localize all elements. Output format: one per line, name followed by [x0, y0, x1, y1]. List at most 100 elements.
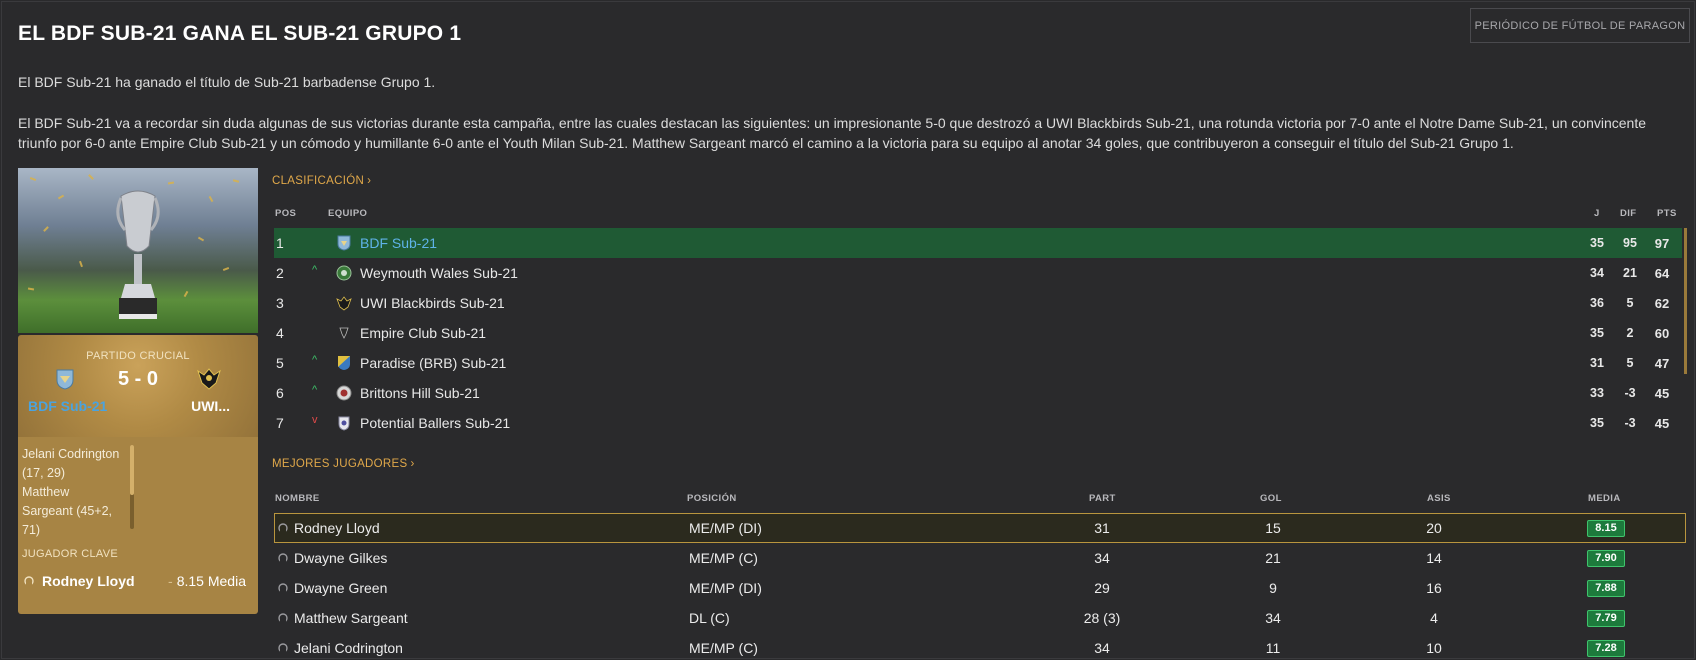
player-icon	[278, 613, 288, 623]
goal-scorers: Jelani Codrington (17, 29) Matthew Sarge…	[22, 445, 132, 540]
standings-link-label: CLASIFICACIÓN	[272, 175, 365, 187]
team-name[interactable]: Brittons Hill Sub-21	[360, 385, 480, 401]
table-row[interactable]: Rodney Lloyd ME/MP (DI) 31 15 20 8.15	[274, 513, 1686, 543]
trend-up-icon: ^	[312, 264, 318, 276]
team-crest-icon	[336, 385, 352, 401]
row-pos: 1	[276, 235, 284, 251]
headline: EL BDF SUB-21 GANA EL SUB-21 GRUPO 1	[18, 22, 462, 45]
trend-down-icon: v	[312, 414, 318, 426]
player-name[interactable]: Dwayne Gilkes	[294, 550, 387, 566]
team-name[interactable]: BDF Sub-21	[360, 235, 437, 251]
row-played: 36	[1590, 296, 1604, 310]
chevron-right-icon: ›	[367, 175, 372, 187]
col-header-position: POSICIÓN	[687, 493, 737, 504]
scorer-line: Matthew	[22, 485, 70, 499]
team-crest-icon	[338, 416, 350, 431]
player-assists: 14	[1426, 550, 1442, 566]
table-row[interactable]: 7 v Potential Ballers Sub-21 35 -3 45	[274, 408, 1682, 438]
player-rating-badge: 7.90	[1587, 550, 1625, 567]
player-assists: 16	[1426, 580, 1442, 596]
news-panel: EL BDF SUB-21 GANA EL SUB-21 GRUPO 1 PER…	[1, 1, 1695, 659]
player-rating-badge: 7.79	[1587, 610, 1625, 627]
top-players-link[interactable]: MEJORES JUGADORES ›	[272, 458, 415, 470]
row-points: 60	[1654, 326, 1670, 341]
player-apps: 34	[1094, 550, 1110, 566]
player-goals: 34	[1265, 610, 1281, 626]
team-crest-icon	[336, 296, 352, 311]
player-position: ME/MP (DI)	[689, 580, 762, 596]
key-player-name[interactable]: Rodney Lloyd	[42, 573, 135, 589]
chevron-right-icon: ›	[410, 458, 415, 470]
row-points: 45	[1654, 386, 1670, 401]
row-played: 34	[1590, 266, 1604, 280]
row-played: 35	[1590, 416, 1604, 430]
team-name[interactable]: Paradise (BRB) Sub-21	[360, 355, 506, 371]
scorers-scrollbar[interactable]	[130, 445, 134, 529]
table-row[interactable]: 5 ^ Paradise (BRB) Sub-21 31 5 47	[274, 348, 1682, 378]
table-row[interactable]: 6 ^ Brittons Hill Sub-21 33 -3 45	[274, 378, 1682, 408]
player-goals: 9	[1269, 580, 1277, 596]
player-rating-badge: 8.15	[1587, 520, 1625, 537]
row-pos: 2	[276, 265, 284, 281]
standings-link[interactable]: CLASIFICACIÓN ›	[272, 175, 371, 187]
key-player-rating-value: 8.15 Media	[176, 573, 246, 589]
player-goals: 11	[1265, 640, 1281, 656]
player-goals: 15	[1265, 520, 1281, 536]
col-header-media: MEDIA	[1588, 493, 1621, 504]
team-crest-icon	[338, 356, 350, 370]
crucial-match-card[interactable]: PARTIDO CRUCIAL 5 - 0 BDF Sub-21 UWI...	[18, 335, 258, 437]
row-diff: 95	[1623, 236, 1637, 250]
scorer-line: Jelani Codrington	[22, 447, 120, 461]
player-name[interactable]: Dwayne Green	[294, 580, 387, 596]
col-header-gol: GOL	[1260, 493, 1282, 504]
table-row[interactable]: Dwayne Gilkes ME/MP (C) 34 21 14 7.90	[274, 543, 1686, 573]
row-points: 97	[1654, 236, 1670, 251]
team-name[interactable]: Potential Ballers Sub-21	[360, 415, 510, 431]
player-name[interactable]: Rodney Lloyd	[294, 520, 380, 536]
col-header-dif: DIF	[1620, 208, 1637, 219]
player-apps: 31	[1094, 520, 1110, 536]
trend-up-icon: ^	[312, 384, 318, 396]
player-apps: 34	[1094, 640, 1110, 656]
player-position: ME/MP (C)	[689, 550, 758, 566]
table-row[interactable]: 2 ^ Weymouth Wales Sub-21 34 21 64	[274, 258, 1682, 288]
player-position: DL (C)	[689, 610, 730, 626]
row-diff: 5	[1626, 356, 1634, 370]
row-pos: 5	[276, 355, 284, 371]
player-icon	[278, 643, 288, 653]
row-pos: 4	[276, 325, 284, 341]
scorers-panel: Jelani Codrington (17, 29) Matthew Sarge…	[18, 437, 258, 614]
intro-text: El BDF Sub-21 ha ganado el título de Sub…	[18, 74, 436, 90]
col-header-j: J	[1594, 208, 1600, 219]
table-row[interactable]: Dwayne Green ME/MP (DI) 29 9 16 7.88	[274, 573, 1686, 603]
team-name[interactable]: Empire Club Sub-21	[360, 325, 486, 341]
team-name[interactable]: Weymouth Wales Sub-21	[360, 265, 518, 281]
standings-scrollbar[interactable]	[1684, 228, 1687, 374]
row-diff: 5	[1626, 296, 1634, 310]
row-diff: 21	[1623, 266, 1637, 280]
crucial-match-label: PARTIDO CRUCIAL	[86, 350, 190, 362]
scorer-line: 71)	[22, 523, 41, 537]
trend-up-icon: ^	[312, 354, 318, 366]
col-header-team: EQUIPO	[328, 208, 368, 219]
row-pos: 6	[276, 385, 284, 401]
top-players-link-label: MEJORES JUGADORES	[272, 458, 408, 470]
table-row[interactable]: Jelani Codrington ME/MP (C) 34 11 10 7.2…	[274, 633, 1686, 660]
player-rating-badge: 7.28	[1587, 640, 1625, 657]
table-row[interactable]: 1 BDF Sub-21 35 95 97	[274, 228, 1682, 258]
key-player-rating: -8.15 Media	[168, 573, 246, 589]
player-name[interactable]: Matthew Sargeant	[294, 610, 408, 626]
row-diff: 2	[1626, 326, 1634, 340]
table-row[interactable]: Matthew Sargeant DL (C) 28 (3) 34 4 7.79	[274, 603, 1686, 633]
table-row[interactable]: 3 UWI Blackbirds Sub-21 36 5 62	[274, 288, 1682, 318]
table-row[interactable]: 4 Empire Club Sub-21 35 2 60	[274, 318, 1682, 348]
crucial-away-team[interactable]: UWI...	[191, 398, 230, 414]
player-icon	[278, 583, 288, 593]
team-name[interactable]: UWI Blackbirds Sub-21	[360, 295, 505, 311]
player-name[interactable]: Jelani Codrington	[294, 640, 403, 656]
crucial-home-team[interactable]: BDF Sub-21	[28, 398, 107, 414]
top-players-table: Rodney Lloyd ME/MP (DI) 31 15 20 8.15 Dw…	[274, 513, 1686, 660]
player-position: ME/MP (DI)	[689, 520, 762, 536]
row-points: 64	[1654, 266, 1670, 281]
trophy-image	[18, 168, 258, 333]
